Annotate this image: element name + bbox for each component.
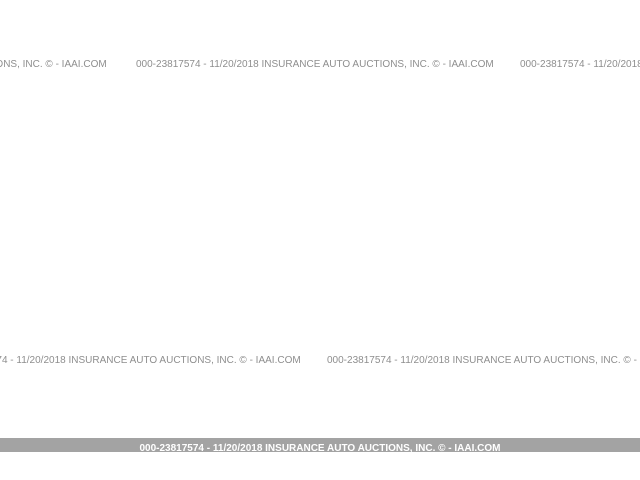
watermark-text: 000-23817574 - 11/20/2018 INSURANCE AUTO… (327, 355, 640, 366)
watermark-text: 000-23817574 - 11/20/2018 INSURANCE AUTO… (0, 355, 301, 366)
watermark-text: 000-23817574 - 11/20/2018 INSURANCE AUTO… (0, 59, 107, 70)
watermark-row-middle: 000-23817574 - 11/20/2018 INSURANCE AUTO… (0, 354, 640, 368)
footer-watermark-text: 000-23817574 - 11/20/2018 INSURANCE AUTO… (139, 443, 501, 452)
watermark-row-top: 000-23817574 - 11/20/2018 INSURANCE AUTO… (0, 58, 640, 72)
footer-bar: 000-23817574 - 11/20/2018 INSURANCE AUTO… (0, 438, 640, 452)
bottom-margin (0, 452, 640, 480)
watermark-text: 000-23817574 - 11/20/2018 INSURANCE AUTO… (136, 59, 494, 70)
watermark-text: 000-23817574 - 11/20/2018 INSURANCE AUTO… (520, 59, 640, 70)
